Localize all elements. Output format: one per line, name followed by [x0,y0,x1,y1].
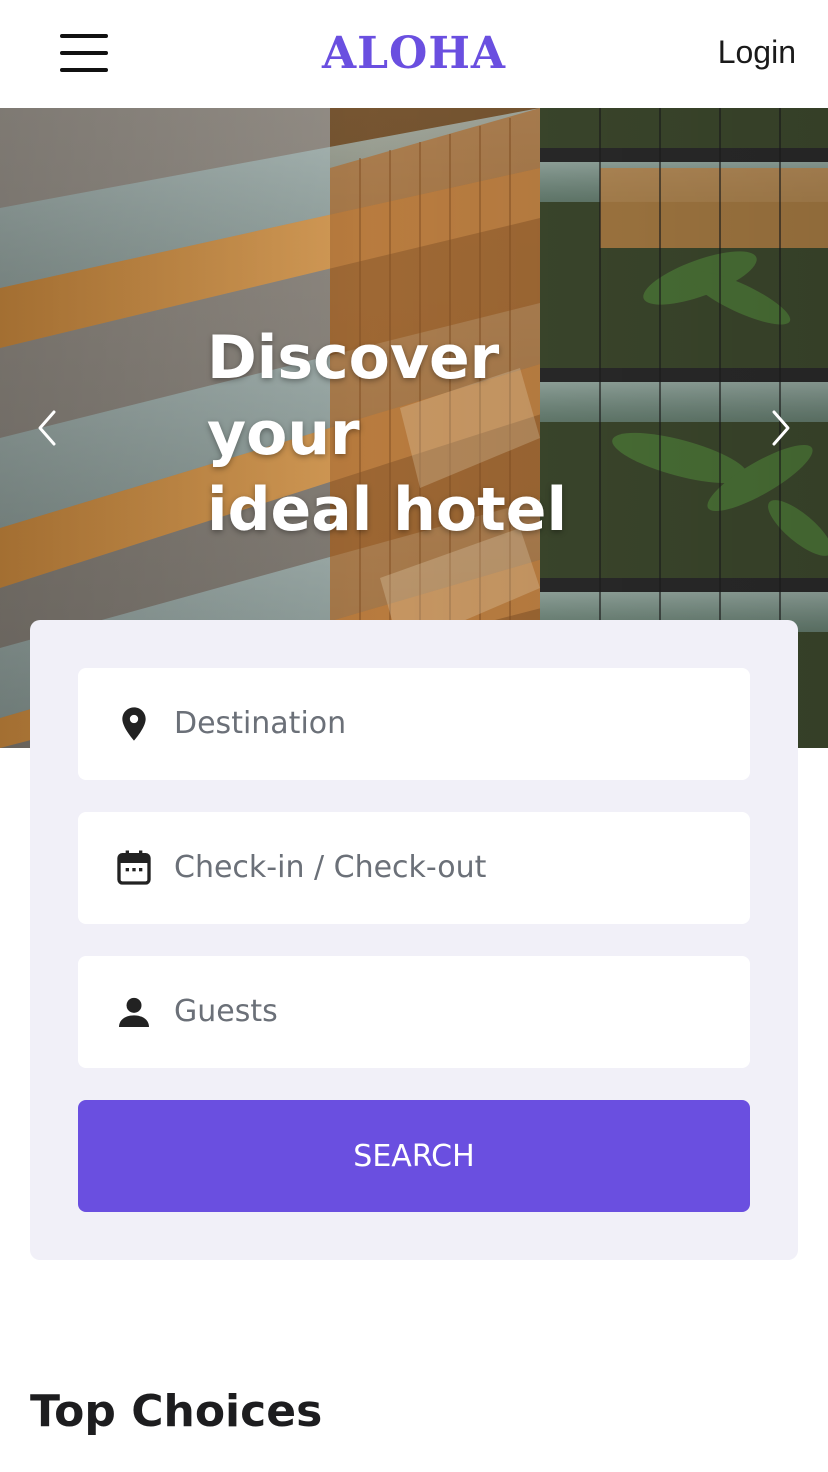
chevron-right-icon[interactable] [760,408,800,448]
destination-placeholder: Destination [174,706,347,741]
destination-input[interactable]: Destination [78,668,750,780]
top-choices-heading: Top Choices [30,1386,323,1437]
person-icon [119,997,149,1027]
dates-input[interactable]: Check-in / Check-out [78,812,750,924]
hero-headline: Discover your ideal hotel [207,323,568,545]
search-button[interactable]: SEARCH [78,1100,750,1212]
login-link[interactable]: Login [718,34,796,71]
location-pin-icon [122,707,146,741]
guests-placeholder: Guests [174,994,278,1029]
chevron-left-icon[interactable] [28,408,68,448]
dates-placeholder: Check-in / Check-out [174,850,487,885]
hamburger-menu-icon[interactable] [60,34,108,74]
brand-logo: ALOHA [321,28,507,79]
guests-input[interactable]: Guests [78,956,750,1068]
calendar-icon [117,850,151,885]
top-nav-bar: ALOHA Login [0,0,828,108]
search-panel: Destination Check-in / Check-out Guests … [30,620,798,1260]
